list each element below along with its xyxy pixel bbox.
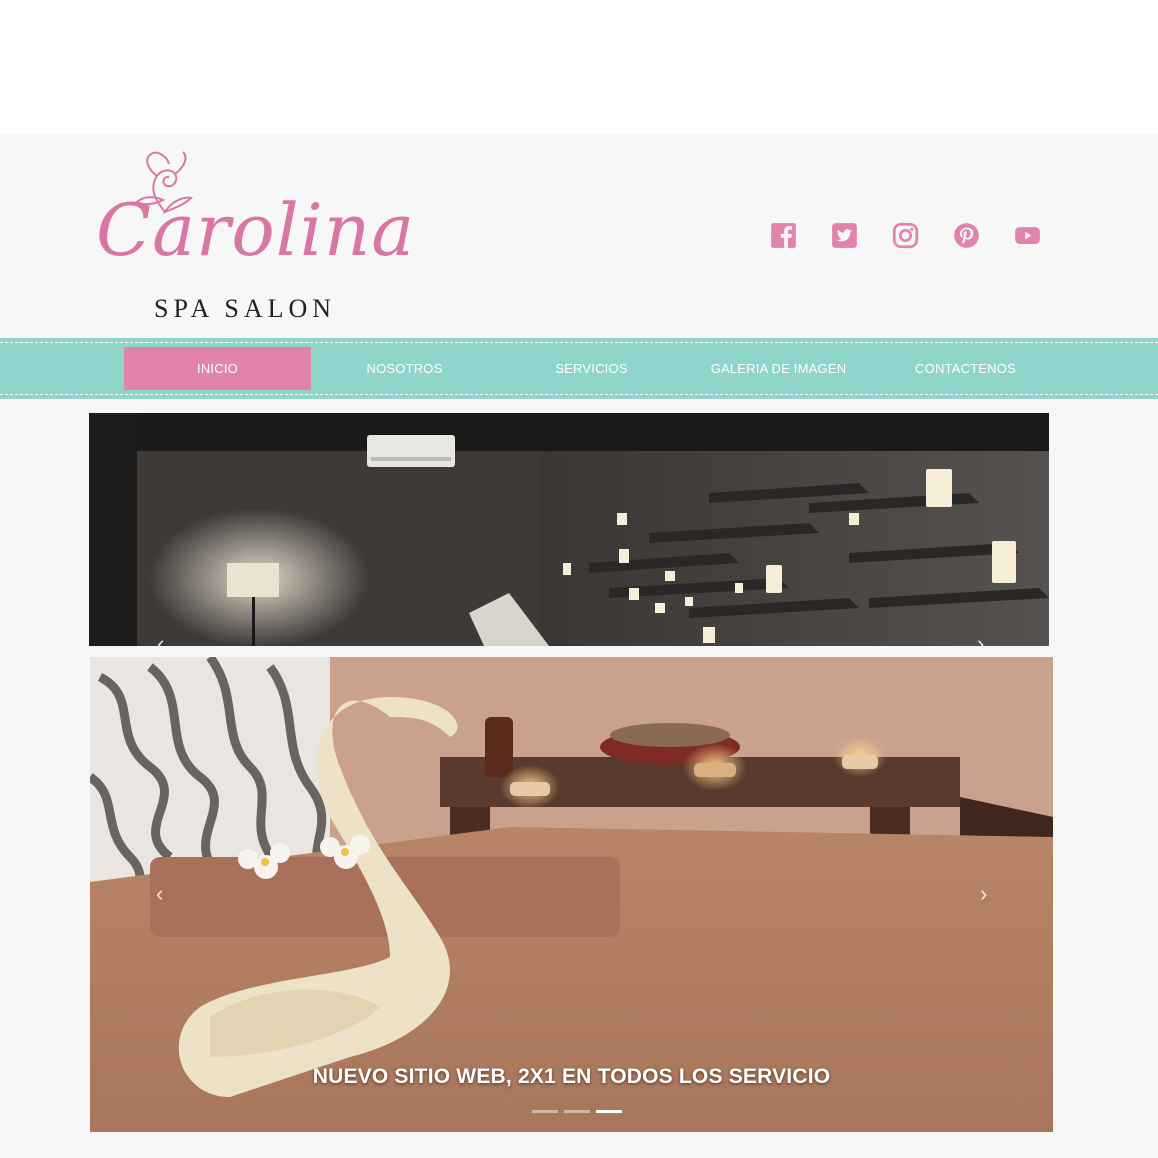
slider-next-icon[interactable]: ›: [980, 881, 987, 907]
slider-image-towel-swan: ‹ › NUEVO SITIO WEB, 2X1 EN TODOS LOS SE…: [90, 657, 1053, 1132]
social-links: [770, 222, 1041, 249]
slider-dot[interactable]: [596, 1110, 622, 1113]
brand-logo[interactable]: Carolina SPA SALON: [90, 146, 414, 326]
slider-caption: NUEVO SITIO WEB, 2X1 EN TODOS LOS SERVIC…: [312, 1065, 831, 1088]
slider-dot[interactable]: [532, 1110, 558, 1113]
brand-name: Carolina: [96, 188, 416, 272]
nav-item-inicio[interactable]: INICIO: [124, 347, 311, 390]
nav-item-nosotros[interactable]: NOSOTROS: [311, 347, 498, 390]
facebook-icon[interactable]: [770, 222, 797, 249]
instagram-icon[interactable]: [892, 222, 919, 249]
slider-indicators: [532, 1110, 622, 1113]
slider-prev-icon[interactable]: ‹: [156, 881, 163, 907]
nav-item-contactenos[interactable]: CONTACTENOS: [872, 347, 1059, 390]
nav-item-galeria-de-imagen[interactable]: GALERIA DE IMAGEN: [685, 347, 872, 390]
nav-item-servicios[interactable]: SERVICIOS: [498, 347, 685, 390]
slider-image-spa-room: ‹ ›: [89, 413, 1049, 646]
slider-dot[interactable]: [564, 1110, 590, 1113]
slider-next-icon[interactable]: ›: [977, 631, 984, 646]
top-whitespace: [0, 0, 1158, 134]
towel-swan-image: [90, 657, 1053, 1132]
main-navigation: INICIO NOSOTROS SERVICIOS GALERIA DE IMA…: [0, 338, 1158, 399]
twitter-icon[interactable]: [831, 222, 858, 249]
pinterest-icon[interactable]: [953, 222, 980, 249]
slider-prev-icon[interactable]: ‹: [157, 631, 164, 646]
spa-room-image: [89, 413, 1049, 646]
youtube-icon[interactable]: [1014, 222, 1041, 249]
brand-subtitle: SPA SALON: [154, 294, 337, 323]
